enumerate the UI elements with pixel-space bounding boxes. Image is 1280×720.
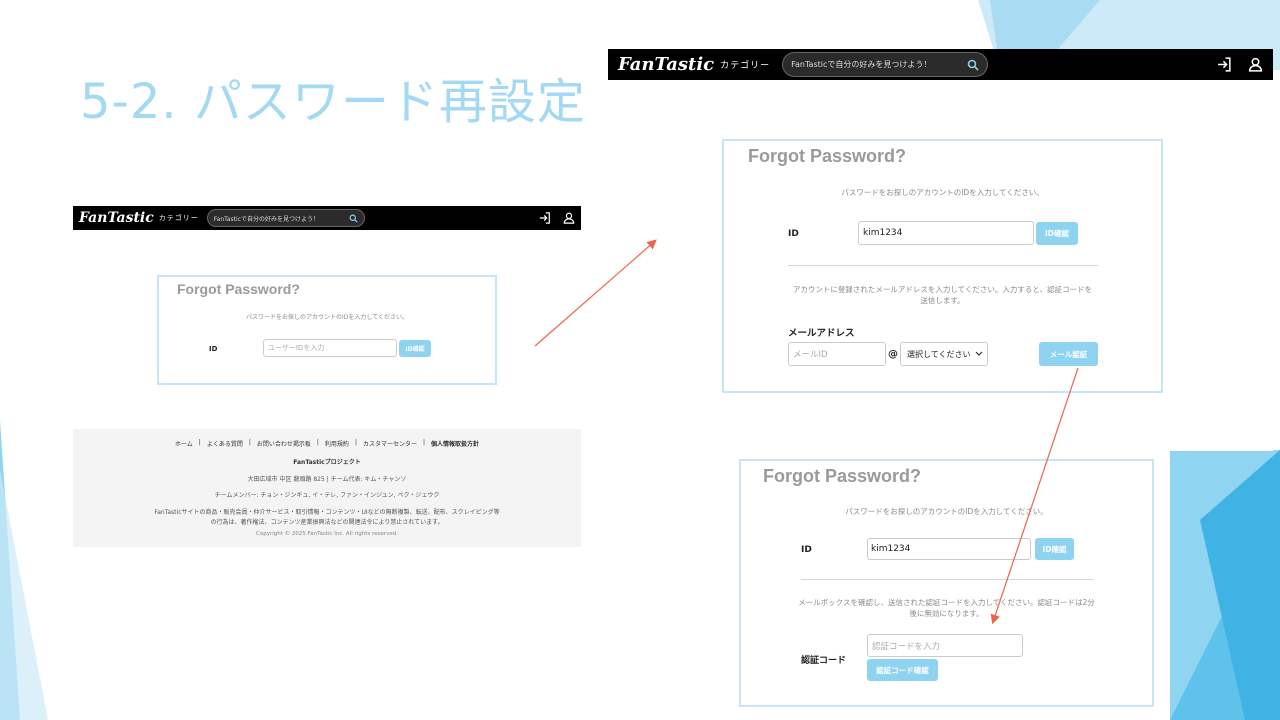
id-input[interactable]: kim1234 [867,538,1031,560]
footer-separator: | [354,439,357,446]
footer-separator: | [198,439,201,446]
footer-copyright: Copyright © 2025 FanTastic Inc. All righ… [256,531,398,537]
id-check-button[interactable]: ID確認 [399,340,431,357]
footer-links: ホーム | よくある質問 | お問い合わせ掲示板 | 利用規約 | カスタマーセンター |… [73,439,581,448]
id-label: ID [801,545,812,555]
search-bar[interactable]: FanTasticで自分の好みを見つけよう！ [782,52,989,77]
email-verify-button[interactable]: メール認証 [1039,342,1098,366]
footer-separator: | [316,439,319,446]
id-input[interactable]: ユーザーIDを入力 [263,339,397,357]
user-icon[interactable] [563,212,575,224]
id-label: ID [209,345,218,353]
code-instruction-2: 後に無効になります。 [909,609,984,618]
email-label: メールアドレス [788,328,855,339]
code-input[interactable]: 認証コードを入力 [867,634,1023,657]
code-label: 認証コード [801,656,847,666]
search-icon[interactable] [349,214,358,223]
search-input[interactable]: FanTasticで自分の好みを見つけよう！ [791,59,967,70]
panel-title: Forgot Password? [763,466,922,486]
footer-link-privacy[interactable]: 個人情報取扱方針 [431,439,479,448]
at-sign: @ [888,349,898,360]
logo[interactable]: FanTastic [79,210,154,226]
footer-members: チームメンバー: チョン・ジンギュ, イ・テレ, ファン・インジュン, ペク・ジ… [214,492,440,499]
forgot-password-panel-code: Forgot Password? パスワードをお探しのアカウントのIDを入力して… [739,459,1154,707]
user-icon[interactable] [1248,57,1263,72]
footer-separator: | [248,439,251,446]
footer-link-home[interactable]: ホーム [175,439,193,448]
divider [801,579,1093,580]
footer-notice-2: の行為は、著作権法、コンテンツ産業振興法などの関連法令により禁止されています。 [210,519,444,526]
footer-project: FanTasticプロジェクト [293,459,361,466]
search-icon[interactable] [967,59,979,71]
forgot-password-panel-email: Forgot Password? パスワードをお探しのアカウントのIDを入力して… [722,139,1163,393]
email-instruction-2: 送信します。 [920,296,965,305]
category-menu[interactable]: カテゴリー [159,213,199,223]
slide-title: 5-2. パスワード再設定 [80,74,586,130]
code-verify-button[interactable]: 認証コード確認 [867,659,938,681]
email-domain-select[interactable]: 選択してください [900,342,988,366]
id-check-button[interactable]: ID確認 [1036,222,1078,245]
panel-title: Forgot Password? [748,146,907,166]
divider [788,265,1098,266]
navbar-small: FanTastic カテゴリー FanTasticで自分の好みを見つけよう！ [73,206,581,230]
panel-title: Forgot Password? [177,281,300,297]
footer-link-terms[interactable]: 利用規約 [325,439,349,448]
category-menu[interactable]: カテゴリー [720,58,770,71]
search-input[interactable]: FanTasticで自分の好みを見つけよう！ [214,214,349,223]
id-input[interactable]: kim1234 [858,221,1034,245]
navbar-large: FanTastic カテゴリー FanTasticで自分の好みを見つけよう！ [608,49,1273,80]
search-bar[interactable]: FanTasticで自分の好みを見つけよう！ [206,209,365,227]
footer-address: 大田広域市 中区 龍頭路 825 | チーム代表: キム・チャンソ [247,476,407,483]
id-label: ID [788,229,799,239]
forgot-password-panel-initial: Forgot Password? パスワードをお探しのアカウントのIDを入力して… [157,275,497,385]
footer-notice-1: FanTasticサイトの商品・販売会員・仲介サービス・取引情報・コンテンツ・U… [154,509,500,516]
email-instruction-1: アカウントに登録されたメールアドレスを入力してください。入力すると、認証コードを [792,285,1093,294]
code-instruction-1: メールボックスを確認し、送信された認証コードを入力してください。認証コードは2分 [798,598,1095,607]
footer: ホーム | よくある質問 | お問い合わせ掲示板 | 利用規約 | カスタマーセンター |… [73,429,581,547]
footer-link-support[interactable]: カスタマーセンター [363,439,417,448]
footer-separator: | [422,439,426,446]
footer-link-inquiry[interactable]: お問い合わせ掲示板 [257,439,311,448]
domain-select-value: 選択してください [907,349,971,359]
login-icon[interactable] [539,212,551,224]
email-id-input[interactable]: メールID [788,342,886,366]
login-icon[interactable] [1217,57,1232,72]
chevron-down-icon [975,350,983,359]
panel-instruction: パスワードをお探しのアカウントのIDを入力してください。 [841,188,1044,197]
id-check-button[interactable]: ID確認 [1035,538,1074,560]
panel-instruction: パスワードをお探しのアカウントのIDを入力してください。 [845,507,1048,516]
panel-instruction: パスワードをお探しのアカウントのIDを入力してください。 [245,314,409,321]
logo[interactable]: FanTastic [618,54,714,75]
footer-link-faq[interactable]: よくある質問 [207,439,243,448]
